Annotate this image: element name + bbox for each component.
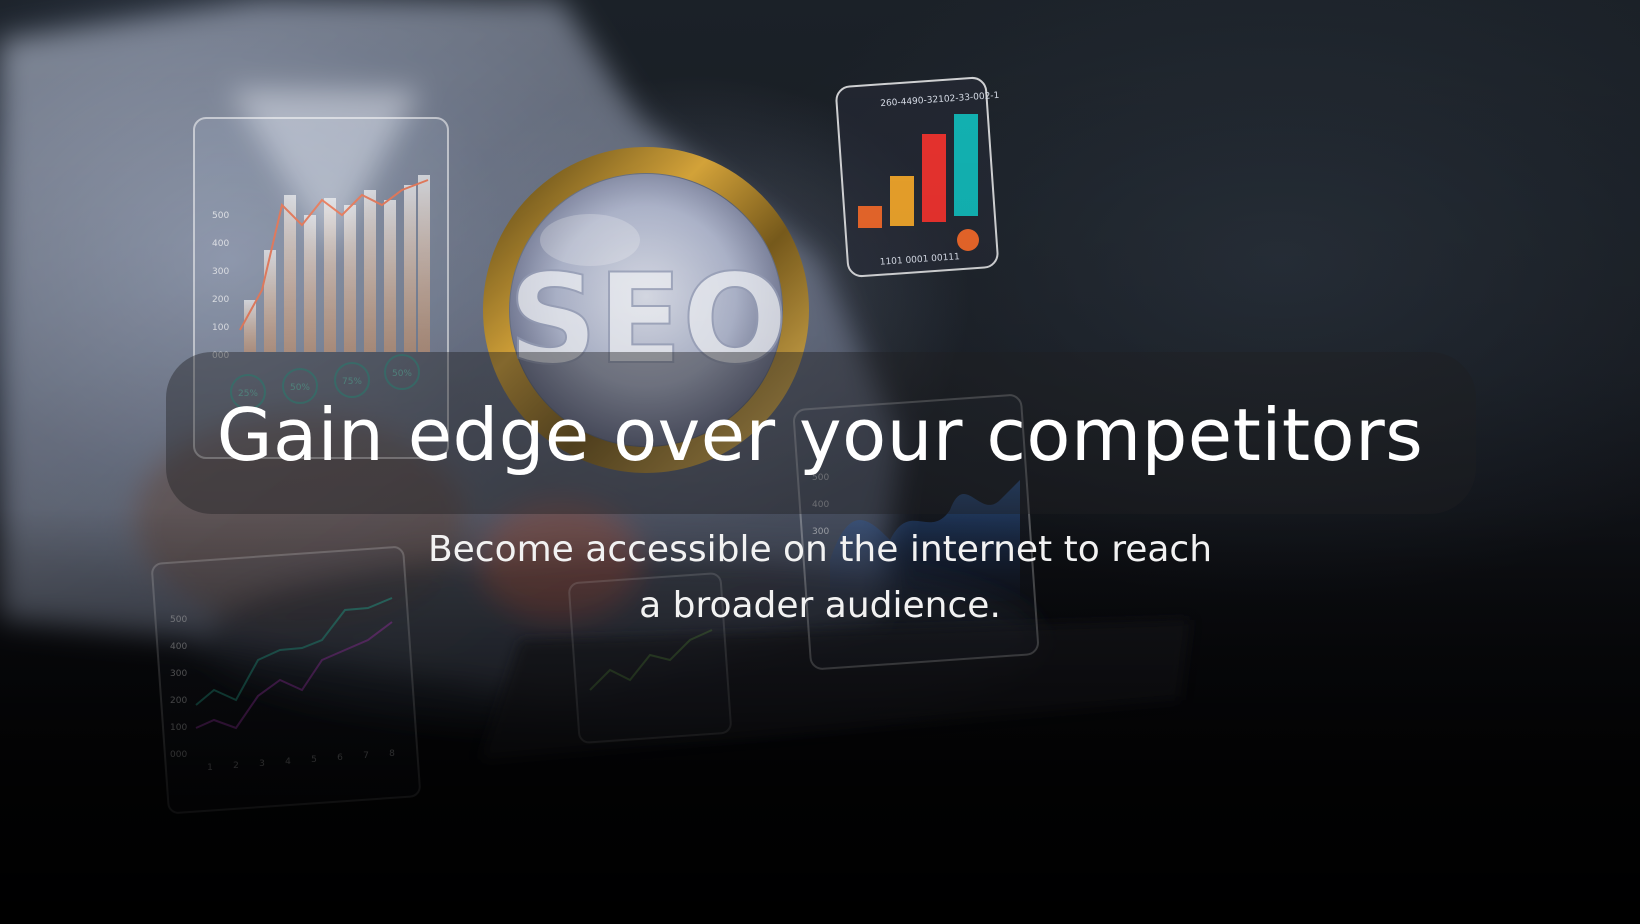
bottom-left-panel-x-tick: 6: [337, 753, 343, 763]
hero-subheadline: Become accessible on the internet to rea…: [427, 529, 1213, 626]
bottom-left-panel-y-tick: 300: [170, 669, 187, 679]
hero-banner: SEO 260-4490-32102-33-002-1 1101 0001 001…: [0, 0, 1640, 924]
bottom-left-panel-y-tick: 400: [170, 642, 187, 652]
bottom-left-panel-x-tick: 1: [207, 763, 213, 773]
left-panel-y-tick: 300: [212, 267, 229, 277]
bottom-left-panel-x-tick: 5: [311, 755, 317, 765]
bottom-left-panel-y-tick: 500: [170, 615, 187, 625]
bottom-left-chart-panel: [151, 546, 421, 814]
left-panel-y-tick: 400: [212, 239, 229, 249]
bottom-left-panel-x-tick: 7: [363, 751, 369, 761]
bottom-left-panel-x-tick: 4: [285, 757, 291, 767]
hero-headline: Gain edge over your competitors: [216, 393, 1424, 477]
left-panel-y-tick: 100: [212, 323, 229, 333]
bottom-left-panel-x-tick: 3: [259, 759, 265, 769]
bottom-left-panel-y-tick: 000: [170, 750, 187, 760]
bottom-left-panel-x-tick: 2: [233, 761, 239, 771]
bottom-left-panel-x-tick: 8: [389, 749, 395, 759]
top-right-chart-panel: [835, 76, 999, 278]
bottom-left-panel-y-tick: 200: [170, 696, 187, 706]
left-panel-y-tick: 500: [212, 211, 229, 221]
bottom-left-panel-y-tick: 100: [170, 723, 187, 733]
left-panel-y-tick: 200: [212, 295, 229, 305]
